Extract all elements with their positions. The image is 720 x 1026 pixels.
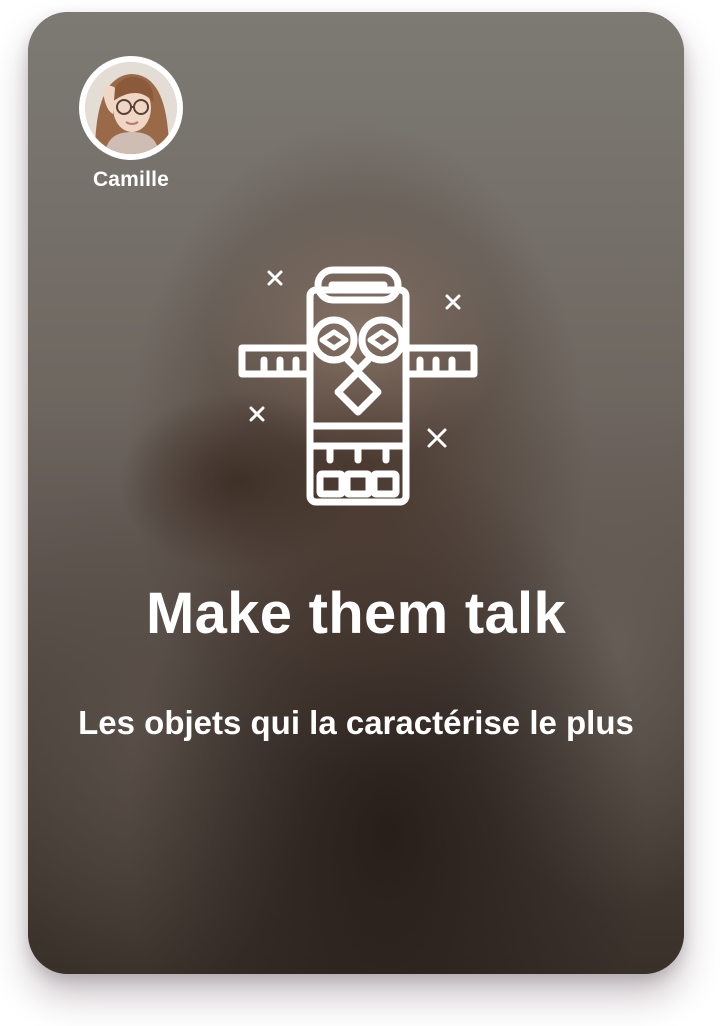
profile-photo-icon (85, 62, 177, 154)
card-subtitle: Les objets qui la caractérise le plus (78, 704, 634, 741)
question-card[interactable]: Camille Make them talk Les objets qui la… (28, 12, 684, 974)
totem-icon (234, 260, 482, 510)
card-title: Make them talk (145, 581, 567, 646)
avatar[interactable] (79, 56, 183, 160)
player-block[interactable]: Camille (71, 56, 191, 192)
stage: Camille Make them talk Les objets qui la… (0, 0, 720, 1026)
player-name: Camille (92, 168, 170, 191)
